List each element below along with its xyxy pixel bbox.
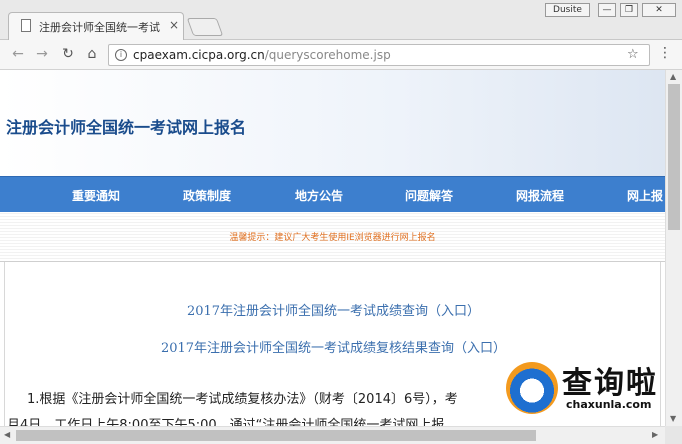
bookmark-star-icon[interactable]: ☆ bbox=[627, 47, 639, 62]
tip-bar: 温馨提示：建议广大考生使用IE浏览器进行网上报名 bbox=[0, 212, 665, 262]
browser-tip: 温馨提示：建议广大考生使用IE浏览器进行网上报名 bbox=[229, 233, 436, 243]
site-header: 注册会计师全国统一考试网上报名 bbox=[0, 70, 665, 176]
forward-icon[interactable]: → bbox=[34, 46, 50, 62]
browser-titlebar: 注册会计师全国统一考试 × Dusite — ❐ ✕ bbox=[0, 0, 682, 40]
reload-icon[interactable]: ↻ bbox=[60, 46, 76, 62]
url-path: /queryscorehome.jsp bbox=[264, 48, 391, 62]
nav-item-faq[interactable]: 问题解答 bbox=[405, 187, 453, 204]
url-text[interactable]: cpaexam.cicpa.org.cn/queryscorehome.jsp bbox=[133, 48, 391, 62]
browser-toolbar: ← → ↻ ⌂ i cpaexam.cicpa.org.cn/queryscor… bbox=[0, 40, 682, 70]
site-title: 注册会计师全国统一考试网上报名 bbox=[6, 118, 247, 137]
score-query-link[interactable]: 2017年注册会计师全国统一考试成绩查询（入口） bbox=[5, 300, 662, 319]
close-window-button[interactable]: ✕ bbox=[642, 3, 676, 17]
nav-item-policy[interactable]: 政策制度 bbox=[183, 187, 231, 204]
tab-title: 注册会计师全国统一考试 bbox=[39, 21, 160, 34]
main-nav: 重要通知 政策制度 地方公告 问题解答 网报流程 网上报 bbox=[0, 176, 665, 212]
site-info-icon[interactable]: i bbox=[115, 49, 127, 61]
nav-item-local-announcements[interactable]: 地方公告 bbox=[295, 187, 343, 204]
profile-button[interactable]: Dusite bbox=[545, 3, 590, 17]
browser-tab[interactable]: 注册会计师全国统一考试 × bbox=[8, 12, 184, 40]
scrollbar-corner bbox=[665, 426, 682, 444]
vertical-scroll-thumb[interactable] bbox=[668, 84, 680, 230]
tab-close-icon[interactable]: × bbox=[169, 18, 179, 32]
watermark-name: 查询啦 bbox=[562, 366, 658, 401]
horizontal-scroll-thumb[interactable] bbox=[16, 430, 536, 441]
nav-item-registration-process[interactable]: 网报流程 bbox=[516, 187, 564, 204]
address-bar[interactable]: i cpaexam.cicpa.org.cn/queryscorehome.js… bbox=[108, 44, 650, 66]
minimize-button[interactable]: — bbox=[598, 3, 616, 17]
watermark: 查询啦 chaxunla.com bbox=[506, 354, 668, 426]
watermark-domain: chaxunla.com bbox=[566, 398, 652, 411]
notice-paragraph-line: 月4日，工作日上午8:00至下午5:00，通过“注册会计师全国统一考试网上报 bbox=[7, 418, 445, 426]
back-icon[interactable]: ← bbox=[10, 46, 26, 62]
scroll-down-icon[interactable]: ▼ bbox=[670, 414, 676, 423]
restore-button[interactable]: ❐ bbox=[620, 3, 638, 17]
home-icon[interactable]: ⌂ bbox=[84, 46, 100, 62]
new-tab-button[interactable] bbox=[186, 18, 224, 36]
url-host: cpaexam.cicpa.org.cn bbox=[133, 48, 265, 62]
scroll-up-icon[interactable]: ▲ bbox=[670, 72, 676, 81]
watermark-logo-icon bbox=[506, 362, 558, 414]
scroll-right-icon[interactable]: ▶ bbox=[652, 430, 658, 439]
nav-item-notices[interactable]: 重要通知 bbox=[72, 187, 120, 204]
page-icon bbox=[21, 19, 31, 32]
browser-menu-icon[interactable]: ⋮ bbox=[658, 45, 672, 61]
horizontal-scrollbar[interactable]: ◀ ▶ bbox=[0, 426, 665, 444]
scroll-left-icon[interactable]: ◀ bbox=[4, 430, 10, 439]
notice-paragraph-line: 1.根据《注册会计师全国统一考试成绩复核办法》（财考〔2014〕6号），考 bbox=[27, 392, 458, 407]
nav-item-online-registration[interactable]: 网上报 bbox=[627, 187, 663, 204]
